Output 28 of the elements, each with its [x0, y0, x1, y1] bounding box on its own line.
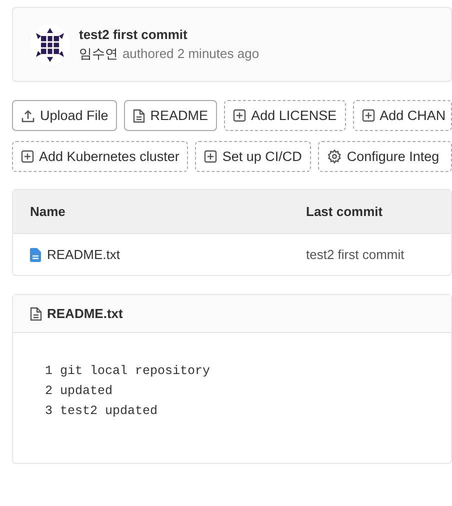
action-button[interactable]: Upload File [12, 100, 118, 131]
code-line: 2 updated [45, 384, 114, 398]
column-header: Name [30, 204, 66, 219]
commit-time: authored 2 minutes ago [122, 46, 260, 60]
avatar-icon [30, 24, 70, 64]
column-header: Last commit [306, 204, 384, 219]
action-button[interactable]: Set up CI/CD [195, 141, 311, 172]
action-button[interactable]: README [124, 100, 218, 131]
commit-title[interactable]: test2 first commit [79, 26, 260, 42]
file-icon [30, 306, 42, 320]
plus-square-icon [204, 150, 218, 163]
code-line: 3 test2 updated [45, 404, 159, 418]
author-name[interactable]: 임수연 [79, 46, 118, 60]
upload-icon [21, 108, 35, 122]
gear-icon [326, 149, 342, 164]
readme-title: README.txt [47, 306, 123, 321]
action-button[interactable]: Configure Integ [318, 141, 452, 172]
commit-link[interactable]: test2 first commit [306, 247, 451, 262]
plus-square-icon [362, 109, 375, 122]
file-link[interactable]: README.txt [30, 247, 306, 262]
action-button[interactable]: Add CHAN [352, 100, 452, 131]
code-line: 1 git local repository [45, 364, 212, 378]
plus-square-icon [21, 150, 34, 163]
file-icon [133, 108, 146, 122]
action-button[interactable]: Add Kubernetes cluster [12, 141, 188, 172]
plus-square-icon [233, 109, 246, 122]
file-icon [30, 248, 41, 262]
action-button[interactable]: Add LICENSE [224, 100, 346, 131]
